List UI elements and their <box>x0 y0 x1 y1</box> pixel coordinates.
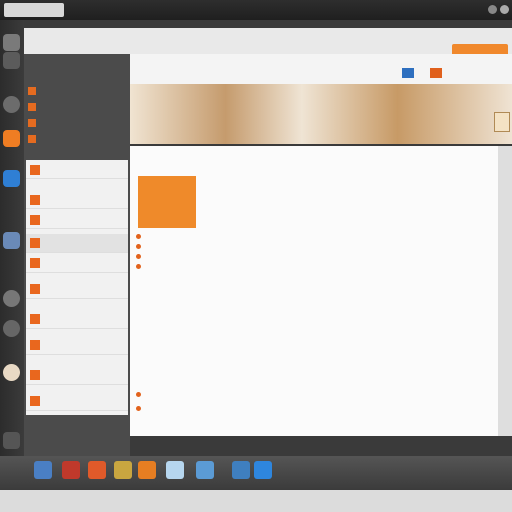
taskbar-app-icon[interactable] <box>88 461 106 479</box>
app-icon[interactable] <box>3 232 20 249</box>
top-menu-item[interactable] <box>380 4 450 16</box>
app-icon[interactable] <box>3 34 20 51</box>
item-icon <box>30 215 40 225</box>
top-menu-item[interactable] <box>140 4 200 16</box>
window-button-icon[interactable] <box>500 5 509 14</box>
reading-toolbar <box>130 54 512 85</box>
bullet-icon <box>136 244 141 249</box>
toolbar <box>24 28 512 55</box>
list-item[interactable] <box>26 366 128 385</box>
taskbar-app-icon[interactable] <box>254 461 272 479</box>
list-item[interactable] <box>26 392 128 411</box>
app-icon[interactable] <box>402 68 414 78</box>
taskbar-app-icon[interactable] <box>232 461 250 479</box>
bottom-strip <box>0 490 512 512</box>
sidebar-item[interactable] <box>28 116 126 130</box>
app-icon[interactable] <box>3 170 20 187</box>
app-icon[interactable] <box>3 320 20 337</box>
taskbar-app-icon[interactable] <box>34 461 52 479</box>
taskbar-app-icon[interactable] <box>62 461 80 479</box>
app-icon[interactable] <box>3 432 20 449</box>
top-menu-item[interactable] <box>74 4 134 16</box>
item-icon <box>28 134 36 143</box>
browser-tab[interactable] <box>4 3 64 17</box>
item-icon <box>30 195 40 205</box>
taskbar-app-icon[interactable] <box>166 461 184 479</box>
hero-banner <box>138 176 196 228</box>
bullet-icon <box>136 254 141 259</box>
top-menu-item[interactable] <box>208 4 268 16</box>
taskbar-app-icon[interactable] <box>138 461 156 479</box>
bullet-icon <box>136 406 141 411</box>
item-icon <box>30 284 40 294</box>
item-icon <box>30 165 40 175</box>
list-item[interactable] <box>26 336 128 355</box>
sidebar-item[interactable] <box>28 132 126 146</box>
item-icon <box>30 258 40 268</box>
item-icon <box>30 340 40 350</box>
item-icon <box>30 238 40 248</box>
bullet-icon <box>136 392 141 397</box>
list-item[interactable] <box>26 254 128 273</box>
bullet-icon <box>136 264 141 269</box>
window-button-icon[interactable] <box>488 5 497 14</box>
item-icon <box>28 102 36 111</box>
app-icon[interactable] <box>3 52 20 69</box>
list-item[interactable] <box>26 234 128 253</box>
app-icon[interactable] <box>3 290 20 307</box>
sidebar-item[interactable] <box>28 84 126 98</box>
list-item[interactable] <box>26 190 128 209</box>
app-icon[interactable] <box>3 364 20 381</box>
item-icon <box>30 314 40 324</box>
header-image <box>130 84 512 144</box>
list-item[interactable] <box>26 310 128 329</box>
sidebar-item[interactable] <box>28 100 126 114</box>
item-icon <box>28 118 36 127</box>
list-item[interactable] <box>26 160 128 179</box>
taskbar-app-icon[interactable] <box>196 461 214 479</box>
list-item[interactable] <box>26 210 128 229</box>
app-icon[interactable] <box>3 130 20 147</box>
app-icon[interactable] <box>3 96 20 113</box>
app-icon[interactable] <box>430 68 442 78</box>
bullet-icon <box>136 234 141 239</box>
taskbar-app-icon[interactable] <box>114 461 132 479</box>
scrollbar[interactable] <box>498 146 512 436</box>
item-icon <box>30 396 40 406</box>
item-icon <box>30 370 40 380</box>
list-item[interactable] <box>26 280 128 299</box>
side-tab-icon[interactable] <box>494 112 510 132</box>
item-icon <box>28 86 36 95</box>
